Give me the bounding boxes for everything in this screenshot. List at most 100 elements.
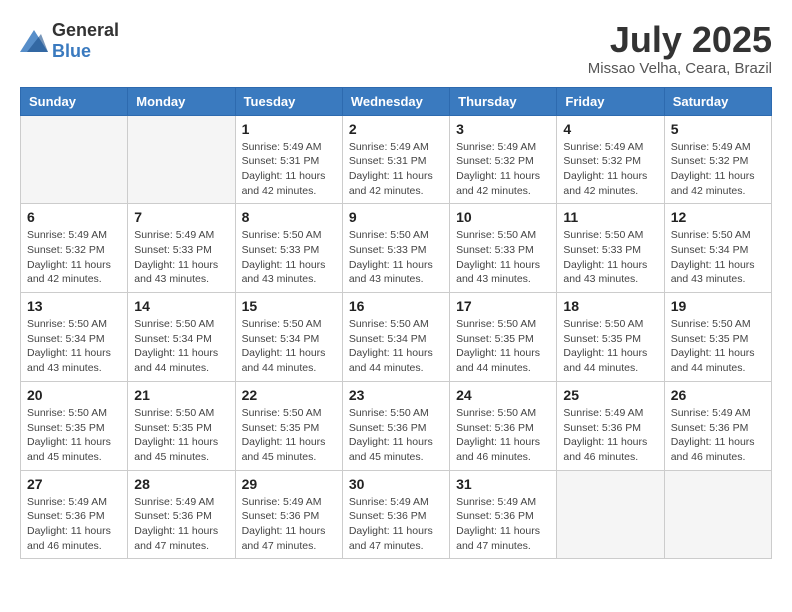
calendar-cell: 4 Sunrise: 5:49 AMSunset: 5:32 PMDaylight…: [557, 115, 664, 204]
day-detail: Sunrise: 5:50 AMSunset: 5:34 PMDaylight:…: [27, 317, 121, 376]
calendar-cell: 27 Sunrise: 5:49 AMSunset: 5:36 PMDayligh…: [21, 470, 128, 559]
day-detail: Sunrise: 5:50 AMSunset: 5:35 PMDaylight:…: [671, 317, 765, 376]
day-detail: Sunrise: 5:49 AMSunset: 5:36 PMDaylight:…: [456, 495, 550, 554]
calendar-cell: 16 Sunrise: 5:50 AMSunset: 5:34 PMDayligh…: [342, 293, 449, 382]
day-number: 4: [563, 121, 657, 137]
day-number: 28: [134, 476, 228, 492]
day-number: 17: [456, 298, 550, 314]
calendar-cell: 11Sunrise: 5:50 AMSunset: 5:33 PMDayligh…: [557, 204, 664, 293]
day-detail: Sunrise: 5:50 AMSunset: 5:35 PMDaylight:…: [563, 317, 657, 376]
calendar-week-row: 27 Sunrise: 5:49 AMSunset: 5:36 PMDayligh…: [21, 470, 772, 559]
calendar-cell: 10Sunrise: 5:50 AMSunset: 5:33 PMDayligh…: [450, 204, 557, 293]
day-detail: Sunrise: 5:50 AMSunset: 5:36 PMDaylight:…: [349, 406, 443, 465]
calendar-cell: [664, 470, 771, 559]
day-number: 30: [349, 476, 443, 492]
day-detail: Sunrise: 5:50 AMSunset: 5:35 PMDaylight:…: [27, 406, 121, 465]
day-number: 6: [27, 209, 121, 225]
day-detail: Sunrise: 5:50 AMSunset: 5:35 PMDaylight:…: [456, 317, 550, 376]
day-detail: Sunrise: 5:50 AMSunset: 5:33 PMDaylight:…: [242, 228, 336, 287]
day-detail: Sunrise: 5:50 AMSunset: 5:34 PMDaylight:…: [134, 317, 228, 376]
weekday-header: Saturday: [664, 87, 771, 115]
day-detail: Sunrise: 5:49 AMSunset: 5:36 PMDaylight:…: [27, 495, 121, 554]
calendar-cell: 9 Sunrise: 5:50 AMSunset: 5:33 PMDaylight…: [342, 204, 449, 293]
calendar-cell: 30 Sunrise: 5:49 AMSunset: 5:36 PMDayligh…: [342, 470, 449, 559]
day-detail: Sunrise: 5:50 AMSunset: 5:33 PMDaylight:…: [456, 228, 550, 287]
day-number: 12: [671, 209, 765, 225]
weekday-header: Tuesday: [235, 87, 342, 115]
calendar-cell: 24 Sunrise: 5:50 AMSunset: 5:36 PMDayligh…: [450, 381, 557, 470]
day-detail: Sunrise: 5:50 AMSunset: 5:34 PMDaylight:…: [242, 317, 336, 376]
day-number: 23: [349, 387, 443, 403]
calendar-cell: [557, 470, 664, 559]
calendar-cell: 2 Sunrise: 5:49 AMSunset: 5:31 PMDaylight…: [342, 115, 449, 204]
day-detail: Sunrise: 5:49 AMSunset: 5:31 PMDaylight:…: [349, 140, 443, 199]
page-header: General Blue July 2025 Missao Velha, Cea…: [20, 20, 772, 77]
day-number: 16: [349, 298, 443, 314]
calendar-cell: 13 Sunrise: 5:50 AMSunset: 5:34 PMDayligh…: [21, 293, 128, 382]
calendar-cell: 18 Sunrise: 5:50 AMSunset: 5:35 PMDayligh…: [557, 293, 664, 382]
calendar-cell: [21, 115, 128, 204]
day-detail: Sunrise: 5:50 AMSunset: 5:33 PMDaylight:…: [349, 228, 443, 287]
calendar-cell: 1 Sunrise: 5:49 AMSunset: 5:31 PMDaylight…: [235, 115, 342, 204]
day-detail: Sunrise: 5:49 AMSunset: 5:31 PMDaylight:…: [242, 140, 336, 199]
day-number: 5: [671, 121, 765, 137]
day-number: 3: [456, 121, 550, 137]
calendar-cell: 22Sunrise: 5:50 AMSunset: 5:35 PMDayligh…: [235, 381, 342, 470]
calendar-cell: 8 Sunrise: 5:50 AMSunset: 5:33 PMDaylight…: [235, 204, 342, 293]
day-number: 1: [242, 121, 336, 137]
day-detail: Sunrise: 5:50 AMSunset: 5:35 PMDaylight:…: [242, 406, 336, 465]
calendar-cell: 25Sunrise: 5:49 AMSunset: 5:36 PMDayligh…: [557, 381, 664, 470]
day-detail: Sunrise: 5:49 AMSunset: 5:33 PMDaylight:…: [134, 228, 228, 287]
day-number: 15: [242, 298, 336, 314]
logo-icon: [20, 30, 48, 52]
calendar-cell: 29 Sunrise: 5:49 AMSunset: 5:36 PMDayligh…: [235, 470, 342, 559]
calendar-cell: 12Sunrise: 5:50 AMSunset: 5:34 PMDayligh…: [664, 204, 771, 293]
calendar-cell: 3Sunrise: 5:49 AMSunset: 5:32 PMDaylight…: [450, 115, 557, 204]
day-detail: Sunrise: 5:50 AMSunset: 5:33 PMDaylight:…: [563, 228, 657, 287]
weekday-header: Friday: [557, 87, 664, 115]
day-number: 29: [242, 476, 336, 492]
calendar-cell: 26Sunrise: 5:49 AMSunset: 5:36 PMDayligh…: [664, 381, 771, 470]
day-number: 26: [671, 387, 765, 403]
location: Missao Velha, Ceara, Brazil: [588, 60, 772, 77]
calendar-week-row: 1 Sunrise: 5:49 AMSunset: 5:31 PMDaylight…: [21, 115, 772, 204]
logo: General Blue: [20, 20, 119, 62]
day-number: 13: [27, 298, 121, 314]
day-number: 20: [27, 387, 121, 403]
title-block: July 2025 Missao Velha, Ceara, Brazil: [588, 20, 772, 77]
day-number: 2: [349, 121, 443, 137]
day-detail: Sunrise: 5:49 AMSunset: 5:36 PMDaylight:…: [349, 495, 443, 554]
day-detail: Sunrise: 5:49 AMSunset: 5:32 PMDaylight:…: [563, 140, 657, 199]
weekday-header: Sunday: [21, 87, 128, 115]
weekday-header: Thursday: [450, 87, 557, 115]
day-number: 9: [349, 209, 443, 225]
calendar-header-row: SundayMondayTuesdayWednesdayThursdayFrid…: [21, 87, 772, 115]
calendar-cell: 6 Sunrise: 5:49 AMSunset: 5:32 PMDaylight…: [21, 204, 128, 293]
calendar-week-row: 20 Sunrise: 5:50 AMSunset: 5:35 PMDayligh…: [21, 381, 772, 470]
calendar-cell: 20 Sunrise: 5:50 AMSunset: 5:35 PMDayligh…: [21, 381, 128, 470]
calendar-week-row: 6 Sunrise: 5:49 AMSunset: 5:32 PMDaylight…: [21, 204, 772, 293]
month-title: July 2025: [588, 20, 772, 60]
day-number: 18: [563, 298, 657, 314]
day-detail: Sunrise: 5:49 AMSunset: 5:32 PMDaylight:…: [27, 228, 121, 287]
day-detail: Sunrise: 5:49 AMSunset: 5:36 PMDaylight:…: [563, 406, 657, 465]
calendar-cell: 5Sunrise: 5:49 AMSunset: 5:32 PMDaylight…: [664, 115, 771, 204]
day-detail: Sunrise: 5:50 AMSunset: 5:34 PMDaylight:…: [349, 317, 443, 376]
day-number: 8: [242, 209, 336, 225]
calendar-cell: 19Sunrise: 5:50 AMSunset: 5:35 PMDayligh…: [664, 293, 771, 382]
day-number: 21: [134, 387, 228, 403]
day-number: 24: [456, 387, 550, 403]
day-detail: Sunrise: 5:49 AMSunset: 5:36 PMDaylight:…: [242, 495, 336, 554]
calendar-cell: 23 Sunrise: 5:50 AMSunset: 5:36 PMDayligh…: [342, 381, 449, 470]
calendar-cell: 31Sunrise: 5:49 AMSunset: 5:36 PMDayligh…: [450, 470, 557, 559]
day-number: 14: [134, 298, 228, 314]
day-number: 27: [27, 476, 121, 492]
calendar-cell: 21Sunrise: 5:50 AMSunset: 5:35 PMDayligh…: [128, 381, 235, 470]
logo-text: General Blue: [52, 20, 119, 62]
weekday-header: Wednesday: [342, 87, 449, 115]
calendar-week-row: 13 Sunrise: 5:50 AMSunset: 5:34 PMDayligh…: [21, 293, 772, 382]
day-detail: Sunrise: 5:50 AMSunset: 5:36 PMDaylight:…: [456, 406, 550, 465]
day-detail: Sunrise: 5:49 AMSunset: 5:36 PMDaylight:…: [134, 495, 228, 554]
logo-general: General: [52, 20, 119, 40]
calendar-cell: 28 Sunrise: 5:49 AMSunset: 5:36 PMDayligh…: [128, 470, 235, 559]
